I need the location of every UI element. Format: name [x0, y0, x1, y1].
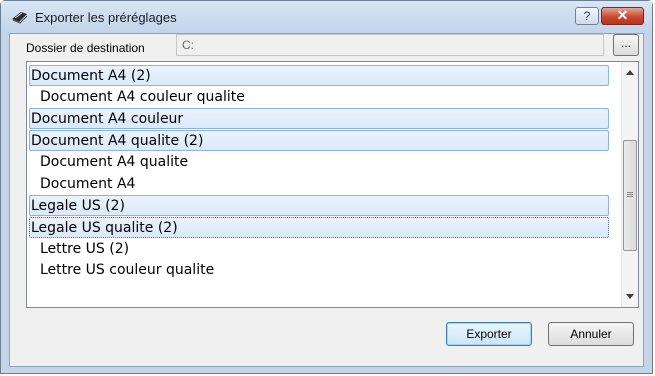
export-button[interactable]: Exporter — [446, 322, 532, 346]
vertical-scrollbar[interactable] — [621, 62, 638, 307]
list-item[interactable]: Legale US qualite (2) — [29, 217, 609, 238]
list-item[interactable]: Document A4 qualite (2) — [29, 130, 609, 151]
grip-line — [627, 192, 633, 193]
list-item[interactable]: Document A4 qualite — [37, 152, 619, 173]
grip-line — [627, 194, 633, 195]
scroll-down-arrow-icon[interactable] — [626, 294, 634, 299]
window-title: Exporter les préréglages — [35, 10, 177, 25]
destination-label: Dossier de destination — [26, 41, 145, 55]
list-item[interactable]: Document A4 — [37, 174, 619, 195]
scrollbar-thumb[interactable] — [623, 140, 637, 251]
list-item[interactable]: Lettre US couleur qualite — [37, 260, 619, 281]
destination-folder-field[interactable]: C: — [176, 34, 604, 56]
grip-line — [627, 196, 633, 197]
help-button[interactable]: ? — [575, 7, 599, 25]
list-item[interactable]: Document A4 couleur qualite — [37, 87, 619, 108]
scanner-icon — [11, 9, 29, 25]
presets-list: Document A4 (2) Document A4 couleur qual… — [27, 62, 621, 307]
list-item[interactable]: Document A4 couleur — [29, 108, 609, 129]
scroll-up-arrow-icon[interactable] — [626, 70, 634, 75]
list-item[interactable]: Document A4 (2) — [29, 65, 609, 86]
close-button[interactable]: ✕ — [601, 7, 644, 25]
list-item[interactable]: Legale US (2) — [29, 195, 609, 216]
browse-button[interactable]: ... — [613, 34, 639, 56]
presets-listbox[interactable]: Document A4 (2) Document A4 couleur qual… — [26, 61, 639, 308]
title-bar[interactable]: Exporter les préréglages ? ✕ — [1, 1, 652, 33]
list-item[interactable]: Lettre US (2) — [37, 239, 619, 260]
export-presets-dialog: Exporter les préréglages ? ✕ Dossier de … — [0, 0, 653, 374]
cancel-button[interactable]: Annuler — [548, 322, 634, 346]
